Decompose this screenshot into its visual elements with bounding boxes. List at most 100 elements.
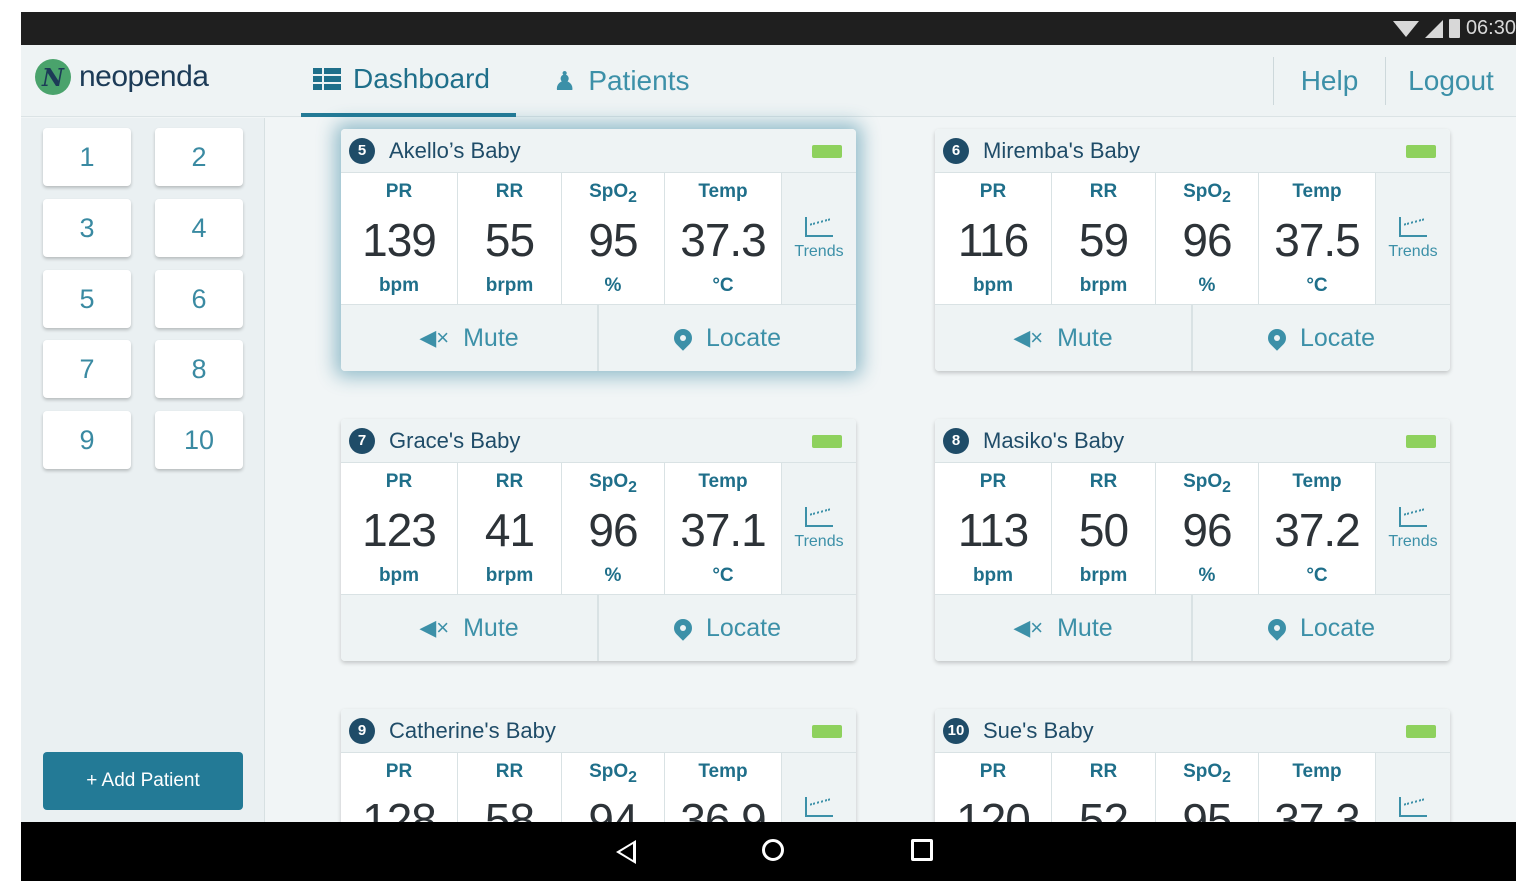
mute-button[interactable]: ◀× Mute: [341, 305, 599, 371]
bed-sidebar: 1 2 3 4 5 6 7 8 9 10 + Add Patient: [21, 118, 265, 822]
mute-button[interactable]: ◀× Mute: [935, 595, 1193, 661]
locate-label: Locate: [1299, 613, 1376, 642]
app-bar: N neopenda Dashboard ♟ Patients Help Log…: [21, 45, 1516, 117]
patient-name: Grace's Baby: [389, 427, 521, 453]
tab-dashboard[interactable]: Dashboard: [301, 45, 516, 117]
pr-unit: bpm: [972, 565, 1014, 586]
pr-label: PR: [385, 181, 413, 202]
locate-button[interactable]: Locate: [1193, 305, 1450, 371]
bed-button-4[interactable]: 4: [155, 199, 243, 257]
logo-mark: N: [35, 59, 71, 95]
trends-button[interactable]: Trends: [782, 173, 856, 304]
tab-patients-label: Patients: [588, 65, 690, 96]
status-bar: 06:30: [21, 12, 1516, 45]
trends-chart-icon: [1399, 506, 1427, 527]
rr-label: RR: [1089, 761, 1118, 782]
rr-unit: brpm: [1079, 565, 1128, 586]
add-patient-button[interactable]: + Add Patient: [43, 752, 243, 810]
battery-indicator-icon: [1406, 435, 1436, 448]
bed-number-badge: 5: [349, 137, 375, 164]
status-time: 06:30: [1465, 17, 1516, 39]
recent-apps-icon[interactable]: [911, 839, 933, 861]
bed-button-3[interactable]: 3: [43, 199, 131, 257]
locate-button[interactable]: Locate: [599, 305, 856, 371]
bed-number-badge: 6: [943, 137, 969, 164]
trends-button[interactable]: Trends: [1376, 173, 1450, 304]
patient-name: Sue's Baby: [983, 717, 1094, 743]
pr-value: 116: [957, 214, 1029, 266]
trends-label: Trends: [794, 532, 844, 550]
temp-label: Temp: [1292, 471, 1342, 492]
logout-link[interactable]: Logout: [1385, 57, 1516, 105]
temp-value: 37.2: [1274, 504, 1361, 556]
bed-button-2[interactable]: 2: [155, 128, 243, 186]
trends-button[interactable]: Trends: [1376, 463, 1450, 594]
trends-button[interactable]: Trends: [782, 463, 856, 594]
patient-name: Akello’s Baby: [389, 137, 521, 163]
patient-name: Masiko's Baby: [983, 427, 1125, 453]
pr-label: PR: [979, 471, 1007, 492]
locate-label: Locate: [705, 613, 782, 642]
temp-value: 37.5: [1274, 214, 1361, 266]
locate-button[interactable]: Locate: [1193, 595, 1450, 661]
spo2-unit: %: [604, 275, 622, 296]
location-pin-icon: [1264, 325, 1290, 351]
battery-indicator-icon: [1406, 145, 1436, 158]
tab-patients[interactable]: ♟ Patients: [553, 45, 689, 117]
battery-indicator-icon: [1406, 725, 1436, 738]
mute-button[interactable]: ◀× Mute: [935, 305, 1193, 371]
spo2-value: 95: [588, 214, 638, 266]
trends-label: Trends: [1388, 242, 1438, 260]
locate-button[interactable]: Locate: [599, 595, 856, 661]
mute-button[interactable]: ◀× Mute: [341, 595, 599, 661]
speaker-mute-icon: ◀×: [1013, 615, 1044, 640]
temp-label: Temp: [698, 761, 748, 782]
temp-value: 37.3: [680, 214, 767, 266]
pr-value: 139: [362, 214, 437, 266]
trends-chart-icon: [1399, 796, 1427, 817]
home-icon[interactable]: [762, 839, 784, 861]
battery-icon: [1448, 19, 1460, 38]
bed-button-6[interactable]: 6: [155, 270, 243, 328]
speaker-mute-icon: ◀×: [419, 615, 450, 640]
bed-button-9[interactable]: 9: [43, 411, 131, 469]
bed-number-badge: 9: [349, 717, 375, 744]
spo2-value: 96: [588, 504, 638, 556]
temp-unit: °C: [1306, 275, 1328, 296]
bed-number-badge: 8: [943, 427, 969, 454]
patient-card[interactable]: 7 Grace's Baby PR 123 bpm RR 41 brpm SpO2 96%…: [341, 419, 856, 661]
spo2-label: SpO2: [1183, 181, 1231, 206]
speaker-mute-icon: ◀×: [419, 325, 450, 350]
rr-label: RR: [1089, 181, 1118, 202]
patient-card[interactable]: 8 Masiko's Baby PR 113 bpm RR 50 brpm SpO2 96…: [935, 419, 1450, 661]
bed-button-10[interactable]: 10: [155, 411, 243, 469]
locate-label: Locate: [705, 323, 782, 352]
trends-chart-icon: [805, 506, 833, 527]
bed-button-7[interactable]: 7: [43, 340, 131, 398]
trends-chart-icon: [805, 216, 833, 237]
battery-indicator-icon: [812, 145, 842, 158]
temp-value: 37.1: [680, 504, 767, 556]
bed-button-1[interactable]: 1: [43, 128, 131, 186]
help-link[interactable]: Help: [1273, 57, 1385, 105]
trends-label: Trends: [794, 242, 844, 260]
bed-button-8[interactable]: 8: [155, 340, 243, 398]
pr-label: PR: [385, 471, 413, 492]
wifi-icon: [1392, 20, 1419, 37]
system-nav-bar: [21, 822, 1516, 881]
patient-card[interactable]: 5 Akello’s Baby PR 139 bpm RR 55 brpm SpO2 95…: [341, 129, 856, 371]
temp-label: Temp: [698, 471, 748, 492]
bed-button-5[interactable]: 5: [43, 270, 131, 328]
temp-unit: °C: [712, 275, 734, 296]
rr-unit: brpm: [485, 565, 534, 586]
spo2-unit: %: [604, 565, 622, 586]
rr-unit: brpm: [485, 275, 534, 296]
patient-card[interactable]: 6 Miremba's Baby PR 116 bpm RR 59 brpm SpO2 9…: [935, 129, 1450, 371]
pr-label: PR: [385, 761, 413, 782]
back-icon[interactable]: [616, 840, 636, 864]
mute-label: Mute: [1057, 613, 1113, 642]
patient-name: Catherine's Baby: [389, 717, 556, 743]
temp-unit: °C: [1306, 565, 1328, 586]
dashboard-icon: [313, 68, 341, 90]
cell-signal-icon: [1424, 19, 1443, 38]
